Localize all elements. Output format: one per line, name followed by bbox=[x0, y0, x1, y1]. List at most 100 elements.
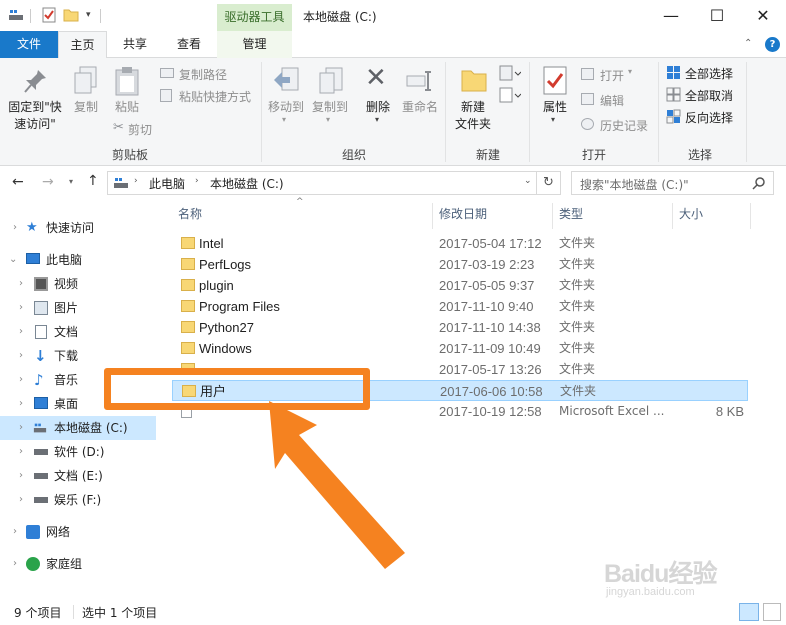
file-row[interactable]: Intel 2017-05-04 17:12 文件夹 bbox=[172, 233, 748, 254]
move-to-button[interactable]: 移动到 ▾ bbox=[264, 63, 308, 124]
copy-to-button[interactable]: 复制到 ▾ bbox=[308, 63, 352, 124]
expand-chevron-icon[interactable]: › bbox=[19, 320, 23, 344]
expand-chevron-icon[interactable]: › bbox=[19, 344, 23, 368]
file-row[interactable]: Windows 2017-11-09 10:49 文件夹 bbox=[172, 338, 748, 359]
expand-chevron-icon[interactable]: › bbox=[19, 440, 23, 464]
folder-icon bbox=[181, 258, 195, 270]
expand-chevron-icon[interactable]: › bbox=[13, 216, 17, 240]
column-separator[interactable] bbox=[750, 203, 751, 229]
new-item-icon[interactable] bbox=[499, 65, 521, 81]
nav-homegroup[interactable]: › 家庭组 bbox=[0, 552, 156, 576]
column-separator[interactable] bbox=[672, 203, 673, 229]
easy-access-icon[interactable] bbox=[499, 87, 521, 103]
nav-videos[interactable]: › 视频 bbox=[0, 272, 156, 296]
download-arrow-icon: ↓ bbox=[34, 347, 47, 365]
maximize-button[interactable]: ☐ bbox=[694, 0, 740, 31]
file-row[interactable]: Program Files 2017-11-10 9:40 文件夹 bbox=[172, 296, 748, 317]
expand-chevron-icon[interactable]: › bbox=[19, 488, 23, 512]
nav-drive-d[interactable]: › 软件 (D:) bbox=[0, 440, 156, 464]
column-name[interactable]: 名称 bbox=[178, 205, 202, 229]
nav-label: 视频 bbox=[54, 277, 79, 291]
tab-home[interactable]: 主页 bbox=[58, 31, 107, 59]
search-icon[interactable] bbox=[752, 176, 766, 190]
copy-icon bbox=[74, 66, 97, 94]
nav-drive-e[interactable]: › 文档 (E:) bbox=[0, 464, 156, 488]
nav-drive-f[interactable]: › 娱乐 (F:) bbox=[0, 488, 156, 512]
nav-documents[interactable]: › 文档 bbox=[0, 320, 156, 344]
expand-chevron-icon[interactable]: › bbox=[13, 552, 17, 576]
expand-chevron-icon[interactable]: › bbox=[19, 368, 23, 392]
close-button[interactable]: ✕ bbox=[740, 0, 786, 31]
copy-path-button[interactable]: 复制路径 bbox=[160, 65, 260, 82]
expand-chevron-icon[interactable]: › bbox=[19, 416, 23, 440]
column-type[interactable]: 类型 bbox=[559, 205, 583, 229]
nav-label: 文档 (E:) bbox=[54, 469, 103, 483]
column-size[interactable]: 大小 bbox=[679, 205, 703, 229]
tab-file[interactable]: 文件 bbox=[0, 31, 58, 58]
breadcrumb-local-disk[interactable]: 本地磁盘 (C:) bbox=[210, 175, 284, 192]
breadcrumb-separator-icon[interactable]: › bbox=[134, 176, 138, 186]
recent-locations-icon[interactable]: ▾ bbox=[69, 177, 73, 186]
column-separator[interactable] bbox=[432, 203, 433, 229]
new-folder-label-1: 新建 bbox=[460, 100, 485, 114]
history-button[interactable]: 历史记录 bbox=[581, 116, 653, 133]
qat-dropdown-icon[interactable]: ▾ bbox=[86, 10, 91, 20]
breadcrumb-this-pc[interactable]: 此电脑 bbox=[149, 175, 185, 192]
expand-chevron-icon[interactable]: › bbox=[19, 296, 23, 320]
pin-quick-access-button[interactable]: 固定到"快 速访问" bbox=[4, 63, 66, 141]
properties-icon[interactable] bbox=[41, 7, 57, 23]
forward-arrow-icon[interactable]: → bbox=[42, 174, 54, 190]
nav-this-pc[interactable]: ⌄ 此电脑 bbox=[0, 248, 156, 272]
paste-shortcut-button[interactable]: 粘贴快捷方式 bbox=[160, 87, 260, 104]
select-none-button[interactable]: 全部取消 bbox=[666, 86, 741, 103]
edit-button[interactable]: 编辑 bbox=[581, 91, 641, 108]
expand-chevron-icon[interactable]: › bbox=[13, 520, 17, 544]
refresh-icon[interactable]: ↻ bbox=[537, 171, 561, 195]
select-all-button[interactable]: 全部选择 bbox=[666, 64, 741, 81]
breadcrumb-separator-icon[interactable]: › bbox=[195, 176, 199, 186]
file-row[interactable]: PerfLogs 2017-03-19 2:23 文件夹 bbox=[172, 254, 748, 275]
collapse-ribbon-icon[interactable]: ⌃ bbox=[744, 38, 752, 49]
expand-chevron-icon[interactable]: › bbox=[19, 392, 23, 416]
file-type: 文件夹 bbox=[559, 320, 596, 334]
cut-button[interactable]: ✂ 剪切 bbox=[113, 120, 158, 138]
properties-button[interactable]: 属性 ▾ bbox=[535, 63, 575, 124]
invert-selection-button[interactable]: 反向选择 bbox=[666, 108, 741, 125]
status-selected-count: 选中 1 个项目 bbox=[82, 606, 158, 620]
help-icon[interactable]: ? bbox=[765, 37, 780, 52]
copy-button[interactable]: 复制 bbox=[68, 63, 104, 123]
cut-label: 剪切 bbox=[128, 123, 153, 137]
rename-button[interactable]: 重命名 bbox=[398, 63, 442, 123]
nav-local-disk-c[interactable]: › 本地磁盘 (C:) bbox=[0, 416, 156, 440]
details-view-icon[interactable] bbox=[739, 603, 759, 621]
tab-share[interactable]: 共享 bbox=[112, 31, 158, 58]
delete-button[interactable]: ✕ 删除 ▾ bbox=[360, 63, 396, 124]
file-row[interactable]: Python27 2017-11-10 14:38 文件夹 bbox=[172, 317, 748, 338]
column-modified[interactable]: 修改日期 bbox=[439, 205, 487, 229]
expand-chevron-icon[interactable]: › bbox=[19, 272, 23, 296]
nav-downloads[interactable]: › ↓ 下载 bbox=[0, 344, 156, 368]
new-folder-icon[interactable] bbox=[63, 7, 79, 23]
new-folder-button[interactable]: 新建 文件夹 bbox=[450, 63, 496, 141]
minimize-button[interactable]: — bbox=[648, 0, 694, 31]
back-arrow-icon[interactable]: ← bbox=[12, 174, 24, 190]
paste-button[interactable]: 粘贴 bbox=[108, 63, 146, 123]
expand-chevron-icon[interactable]: › bbox=[19, 464, 23, 488]
up-arrow-icon[interactable]: ↑ bbox=[87, 173, 99, 189]
select-group-label: 选择 bbox=[687, 148, 712, 162]
nav-network[interactable]: › 网络 bbox=[0, 520, 156, 544]
tab-view[interactable]: 查看 bbox=[166, 31, 212, 58]
collapse-chevron-icon[interactable]: ⌄ bbox=[9, 248, 17, 272]
address-dropdown-icon[interactable]: ⌄ bbox=[524, 176, 532, 186]
nav-quick-access[interactable]: › ★ 快速访问 bbox=[0, 216, 156, 240]
file-row[interactable]: plugin 2017-05-05 9:37 文件夹 bbox=[172, 275, 748, 296]
nav-label: 桌面 bbox=[54, 397, 79, 411]
open-button[interactable]: 打开 ▾ bbox=[581, 66, 641, 83]
nav-label: 图片 bbox=[54, 301, 79, 315]
nav-pictures[interactable]: › 图片 bbox=[0, 296, 156, 320]
column-separator[interactable] bbox=[552, 203, 553, 229]
file-date: 2017-11-09 10:49 bbox=[439, 341, 541, 356]
large-icons-view-icon[interactable] bbox=[763, 603, 781, 621]
tab-manage[interactable]: 管理 bbox=[217, 31, 292, 58]
ribbon-separator bbox=[261, 62, 262, 162]
